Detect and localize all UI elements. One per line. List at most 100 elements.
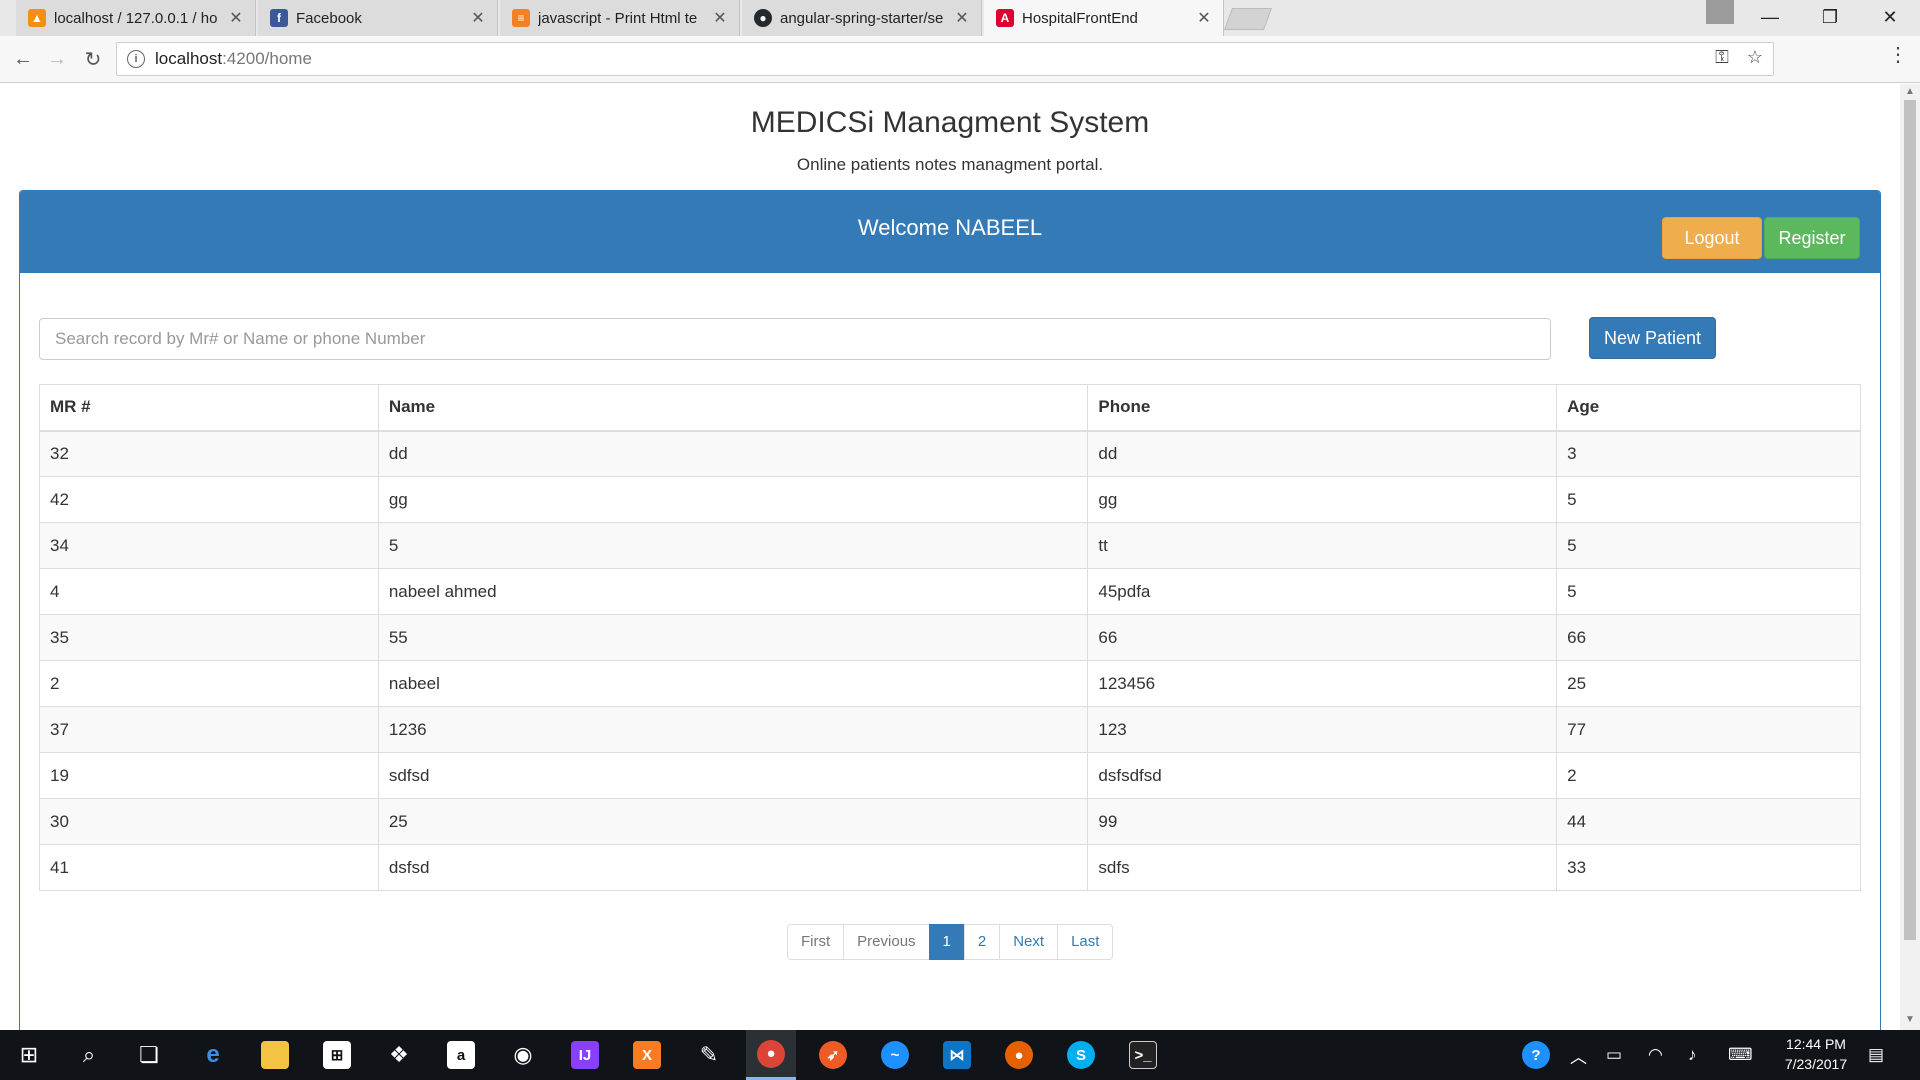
- table-row[interactable]: 2 nabeel 123456 25: [39, 660, 1861, 707]
- dropbox-icon[interactable]: ❖: [374, 1030, 424, 1080]
- app-icon[interactable]: ◉: [498, 1030, 548, 1080]
- keyboard-icon[interactable]: ⌨: [1728, 1030, 1753, 1080]
- browser-tab-stackoverflow[interactable]: ≡ javascript - Print Html te ✕: [500, 0, 740, 36]
- chrome-icon[interactable]: ●: [746, 1030, 796, 1080]
- table-row[interactable]: 32 dd dd 3: [39, 430, 1861, 477]
- page-scrollbar[interactable]: ▲ ▼: [1900, 84, 1920, 1030]
- store-icon[interactable]: ⊞: [312, 1030, 362, 1080]
- pagination-page-1[interactable]: 1: [928, 924, 965, 960]
- scroll-down-icon[interactable]: ▼: [1900, 1014, 1920, 1025]
- skype-icon[interactable]: S: [1056, 1030, 1106, 1080]
- browser-tabstrip: ▲ localhost / 127.0.0.1 / ho ✕ f Faceboo…: [0, 0, 1920, 36]
- cell-age: 25: [1556, 660, 1861, 707]
- xampp-icon[interactable]: X: [622, 1030, 672, 1080]
- cell-age: 5: [1556, 568, 1861, 615]
- pagination-next[interactable]: Next: [999, 924, 1059, 960]
- firefox-icon[interactable]: ●: [994, 1030, 1044, 1080]
- task-view-icon[interactable]: ❏: [124, 1030, 174, 1080]
- cell-phone: 45pdfa: [1087, 568, 1558, 615]
- volume-icon[interactable]: ♪: [1688, 1030, 1697, 1080]
- profile-icon[interactable]: [1706, 0, 1734, 24]
- cell-mr: 42: [39, 476, 379, 523]
- column-header-name[interactable]: Name: [377, 384, 1089, 432]
- close-icon[interactable]: ✕: [469, 8, 487, 28]
- terminal-icon[interactable]: >_: [1118, 1030, 1168, 1080]
- wifi-icon[interactable]: ◠: [1648, 1030, 1663, 1080]
- battery-icon[interactable]: ▭: [1606, 1030, 1622, 1080]
- close-icon[interactable]: ✕: [711, 8, 729, 28]
- tray-expand-icon[interactable]: ︿: [1570, 1030, 1587, 1080]
- pagination-previous[interactable]: Previous: [843, 924, 930, 960]
- angular-icon: A: [996, 9, 1014, 27]
- new-tab-button[interactable]: [1223, 8, 1273, 30]
- browser-toolbar: ← → ↻ i localhost :4200/home ⚿ ☆ ⋮: [0, 36, 1920, 83]
- pagination-last[interactable]: Last: [1057, 924, 1114, 960]
- patients-table: MR # Name Phone Age 32 dd dd 3 42 gg gg 5 34 5 t…: [39, 384, 1861, 891]
- tab-title: localhost / 127.0.0.1 / ho: [54, 9, 218, 27]
- welcome-text: Welcome NABEEL: [857, 215, 1043, 240]
- close-icon[interactable]: ✕: [227, 8, 245, 28]
- scrollbar-thumb[interactable]: [1904, 100, 1916, 940]
- paint-icon[interactable]: ✎: [684, 1030, 734, 1080]
- table-row[interactable]: 4 nabeel ahmed 45pdfa 5: [39, 568, 1861, 615]
- register-button[interactable]: Register: [1764, 217, 1860, 259]
- browser-tab-github[interactable]: ● angular-spring-starter/se ✕: [742, 0, 982, 36]
- edge-icon[interactable]: e: [188, 1030, 238, 1080]
- vscode-icon[interactable]: ⋈: [932, 1030, 982, 1080]
- cell-name: 1236: [377, 706, 1089, 753]
- clock-time: 12:44 PM: [1786, 1036, 1846, 1052]
- table-row[interactable]: 30 25 99 44: [39, 798, 1861, 845]
- cell-name: 5: [377, 522, 1089, 569]
- column-header-mr[interactable]: MR #: [39, 384, 379, 432]
- reload-icon[interactable]: ↻: [78, 44, 108, 74]
- column-header-phone[interactable]: Phone: [1087, 384, 1558, 432]
- browser-tab-hospitalfrontend[interactable]: A HospitalFrontEnd ✕: [984, 0, 1224, 36]
- network-app-icon[interactable]: ~: [870, 1030, 920, 1080]
- back-icon[interactable]: ←: [8, 44, 38, 74]
- windows-start-icon[interactable]: ⊞: [4, 1030, 54, 1080]
- logout-button[interactable]: Logout: [1662, 217, 1762, 259]
- table-header-row: MR # Name Phone Age: [39, 384, 1861, 432]
- table-row[interactable]: 42 gg gg 5: [39, 476, 1861, 523]
- pagination-first[interactable]: First: [787, 924, 845, 960]
- cell-phone: 123456: [1087, 660, 1558, 707]
- restore-icon[interactable]: ❐: [1800, 0, 1860, 34]
- table-row[interactable]: 34 5 tt 5: [39, 522, 1861, 569]
- star-icon[interactable]: ☆: [1747, 47, 1763, 68]
- browser-tab-facebook[interactable]: f Facebook ✕: [258, 0, 498, 36]
- browser-menu-icon[interactable]: ⋮: [1888, 42, 1908, 67]
- address-bar[interactable]: i localhost :4200/home ⚿ ☆: [116, 42, 1774, 76]
- cell-mr: 19: [39, 752, 379, 799]
- postman-icon[interactable]: ➶: [808, 1030, 858, 1080]
- notifications-icon[interactable]: ▤: [1868, 1030, 1884, 1080]
- key-icon[interactable]: ⚿: [1715, 47, 1729, 68]
- help-icon[interactable]: ?: [1522, 1030, 1550, 1080]
- search-icon[interactable]: ⌕: [64, 1030, 114, 1080]
- new-patient-button[interactable]: New Patient: [1589, 317, 1716, 359]
- forward-icon[interactable]: →: [42, 44, 72, 74]
- cell-phone: 99: [1087, 798, 1558, 845]
- taskbar-clock[interactable]: 12:44 PM 7/23/2017: [1766, 1034, 1866, 1074]
- cell-phone: tt: [1087, 522, 1558, 569]
- browser-tab-phpmyadmin[interactable]: ▲ localhost / 127.0.0.1 / ho ✕: [16, 0, 256, 36]
- cell-mr: 41: [39, 844, 379, 891]
- pagination-page-2[interactable]: 2: [963, 924, 1001, 960]
- column-header-age[interactable]: Age: [1556, 384, 1861, 432]
- table-row[interactable]: 35 55 66 66: [39, 614, 1861, 661]
- close-icon[interactable]: ✕: [1195, 8, 1213, 28]
- minimize-icon[interactable]: —: [1740, 0, 1800, 34]
- table-row[interactable]: 37 1236 123 77: [39, 706, 1861, 753]
- window-close-icon[interactable]: ✕: [1860, 0, 1920, 34]
- amazon-icon[interactable]: a: [436, 1030, 486, 1080]
- table-row[interactable]: 19 sdfsd dsfsdfsd 2: [39, 752, 1861, 799]
- close-icon[interactable]: ✕: [953, 8, 971, 28]
- search-input[interactable]: [39, 318, 1551, 360]
- info-icon[interactable]: i: [127, 50, 145, 68]
- address-path: :4200/home: [222, 49, 312, 68]
- page-viewport: MEDICSi Managment System Online patients…: [0, 84, 1900, 1030]
- table-row[interactable]: 41 dsfsd sdfs 33: [39, 844, 1861, 891]
- file-explorer-icon[interactable]: [250, 1030, 300, 1080]
- scroll-up-icon[interactable]: ▲: [1900, 86, 1920, 97]
- intellij-icon[interactable]: IJ: [560, 1030, 610, 1080]
- cell-name: nabeel: [377, 660, 1089, 707]
